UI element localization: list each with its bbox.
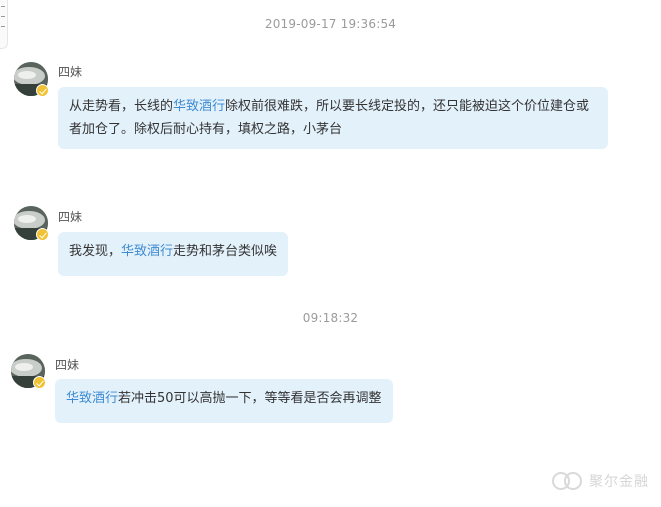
message-text: 从走势看，长线的 xyxy=(69,99,174,114)
sender-name: 四妹 xyxy=(58,65,83,79)
message-timestamp: 2019-09-17 19:36:54 xyxy=(264,17,397,31)
avatar[interactable] xyxy=(11,354,46,389)
handle-tick xyxy=(1,6,5,7)
message-bubble: 华致酒行若冲击50可以高抛一下，等等看是否会再调整 xyxy=(55,379,393,423)
verified-badge-icon xyxy=(36,228,49,241)
message-text: 走势和茅台类似唉 xyxy=(173,244,278,259)
avatar[interactable] xyxy=(14,206,49,241)
stock-link[interactable]: 华致酒行 xyxy=(173,99,225,114)
avatar[interactable] xyxy=(14,62,49,97)
stock-link[interactable]: 华致酒行 xyxy=(66,391,118,406)
watermark: 聚尔金融 xyxy=(551,471,649,491)
verified-badge-icon xyxy=(36,84,49,97)
sender-name: 四妹 xyxy=(55,358,80,372)
stock-link[interactable]: 华致酒行 xyxy=(121,244,173,259)
verified-badge-icon xyxy=(33,376,46,389)
message-bubble: 从走势看，长线的华致酒行除权前很难跌，所以要长线定投的，还只能被迫这个价位建仓或… xyxy=(58,87,608,149)
message-timestamp: 09:18:32 xyxy=(302,311,359,325)
watermark-logo-icon xyxy=(552,472,582,490)
message-text: 我发现， xyxy=(69,244,122,259)
sender-name: 四妹 xyxy=(58,210,83,224)
chat-window: 2019-09-17 19:36:54 四妹 从走势看，长线的华致酒行除权前很难… xyxy=(0,0,661,507)
message-text: 若冲击50可以高抛一下，等等看是否会再调整 xyxy=(118,391,382,406)
message-bubble: 我发现，华致酒行走势和茅台类似唉 xyxy=(58,232,289,276)
watermark-text: 聚尔金融 xyxy=(589,474,649,490)
